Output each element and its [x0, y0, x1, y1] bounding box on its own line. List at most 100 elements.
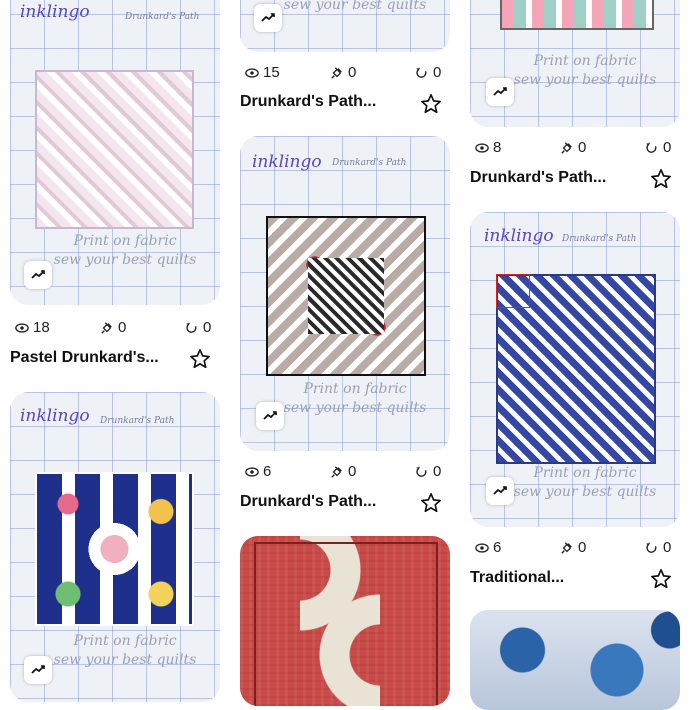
remix-count: 0	[433, 64, 442, 81]
pin-image[interactable]: inklingo Drunkard's Path Print on fabric…	[470, 212, 680, 527]
views-count: 15	[263, 64, 280, 81]
trending-icon	[263, 411, 277, 420]
views-stat: 6	[245, 463, 271, 480]
watermark-brand: inklingo	[252, 152, 322, 172]
star-icon[interactable]	[189, 348, 211, 370]
pin-title[interactable]: Drunkard's Path...	[240, 93, 376, 111]
quilt-pastel	[35, 70, 194, 229]
pins-count: 0	[348, 64, 357, 81]
watermark-print: Print on fabric sew your best quilts	[510, 52, 660, 90]
star-icon[interactable]	[650, 568, 672, 590]
remix-stat: 0	[185, 319, 211, 336]
remix-stat: 0	[415, 463, 441, 480]
eye-icon	[15, 322, 29, 333]
star-icon[interactable]	[420, 492, 442, 514]
watermark-subtitle: Drunkard's Path	[562, 234, 637, 244]
pin-image[interactable]: inklingo Drunkard's Path Print on fabric…	[10, 392, 220, 702]
remix-count: 0	[433, 463, 442, 480]
trending-icon	[31, 270, 45, 279]
remix-count: 0	[663, 539, 672, 556]
remix-count: 0	[663, 139, 672, 156]
pin-image[interactable]	[470, 610, 680, 710]
pin-image[interactable]: inklingo Drunkard's Path Print on fabric…	[240, 136, 450, 451]
pin-card[interactable]: inklingo Drunkard's Path Print on fabric…	[10, 0, 220, 380]
pin-stats: 8 0 0	[470, 139, 680, 157]
pin-card[interactable]: inklingo Drunkard's Path Print on fabric…	[10, 392, 220, 702]
trending-icon	[493, 486, 507, 495]
pins-stat: 0	[100, 319, 126, 336]
remix-icon	[646, 541, 657, 553]
pin-stats: 15 0 0	[240, 64, 450, 82]
eye-icon	[245, 67, 259, 78]
watermark-print: Print on fabric sew your best quilts	[50, 632, 200, 670]
trending-badge	[254, 4, 282, 32]
remix-stat: 0	[645, 139, 671, 156]
trending-badge	[486, 477, 514, 505]
trending-icon	[31, 665, 45, 674]
pin-stats: 6 0 0	[470, 539, 680, 557]
watermark-line-2: sew your best quilts	[513, 72, 657, 88]
pin-card[interactable]: inklingo Drunkard's Path Print on fabric…	[470, 212, 680, 602]
pin-image[interactable]: sew your best quilts	[240, 0, 450, 52]
watermark-line-2: sew your best quilts	[283, 400, 427, 416]
pin-icon	[561, 141, 572, 154]
trending-badge	[24, 261, 52, 289]
pin-card[interactable]: sew your best quilts 15 0 0 Drunkard's P…	[240, 0, 450, 120]
trending-icon	[493, 87, 507, 96]
pin-image[interactable]: inklingo Drunkard's Path Print on fabric…	[10, 0, 220, 305]
pin-title[interactable]: Drunkard's Path...	[470, 169, 606, 187]
star-icon[interactable]	[420, 93, 442, 115]
views-stat: 6	[475, 539, 501, 556]
pin-image[interactable]	[240, 536, 450, 706]
eye-icon	[245, 466, 259, 477]
pin-card[interactable]	[470, 610, 680, 710]
watermark-line-2: sew your best quilts	[53, 652, 197, 668]
views-count: 8	[493, 139, 502, 156]
pin-card[interactable]: Print on fabric sew your best quilts 8 0…	[470, 0, 680, 200]
watermark-print: sew your best quilts	[283, 0, 427, 13]
views-count: 6	[263, 463, 272, 480]
quilt-red-brown	[266, 216, 426, 376]
pin-image[interactable]: Print on fabric sew your best quilts	[470, 0, 680, 127]
watermark-print: Print on fabric sew your best quilts	[50, 232, 200, 270]
pin-icon	[331, 66, 342, 79]
watermark-subtitle: Drunkard's Path	[100, 416, 175, 426]
views-count: 6	[493, 539, 502, 556]
views-stat: 8	[475, 139, 501, 156]
watermark-subtitle: Drunkard's Path	[332, 158, 407, 168]
trending-badge	[256, 402, 284, 430]
watermark-brand: inklingo	[484, 226, 554, 246]
watermark-subtitle: Drunkard's Path	[125, 12, 200, 22]
star-icon[interactable]	[650, 168, 672, 190]
pin-card[interactable]: inklingo Drunkard's Path Print on fabric…	[240, 136, 450, 526]
pin-title[interactable]: Traditional...	[470, 569, 564, 587]
remix-icon	[186, 321, 197, 333]
pin-icon	[561, 541, 572, 554]
remix-icon	[416, 66, 427, 78]
watermark-brand: inklingo	[20, 2, 90, 22]
pin-title[interactable]: Pastel Drunkard's...	[10, 349, 159, 367]
pin-stats: 18 0 0	[10, 319, 220, 337]
trending-icon	[261, 13, 275, 22]
watermark-line-1: Print on fabric	[303, 381, 407, 397]
remix-icon	[646, 141, 657, 153]
remix-count: 0	[203, 319, 212, 336]
pins-count: 0	[348, 463, 357, 480]
pin-stats: 6 0 0	[240, 463, 450, 481]
pins-stat: 0	[330, 64, 356, 81]
pin-card[interactable]	[240, 536, 450, 706]
trending-badge	[24, 656, 52, 684]
pin-title[interactable]: Drunkard's Path...	[240, 493, 376, 511]
watermark-print: Print on fabric sew your best quilts	[280, 380, 430, 418]
pin-icon	[331, 465, 342, 478]
watermark-brand: inklingo	[20, 406, 90, 426]
remix-stat: 0	[645, 539, 671, 556]
quilt-border	[254, 542, 438, 706]
eye-icon	[475, 142, 489, 153]
eye-icon	[475, 542, 489, 553]
views-stat: 18	[15, 319, 50, 336]
watermark-line-1: Print on fabric	[73, 633, 177, 649]
pins-stat: 0	[560, 139, 586, 156]
watermark-line-1: Print on fabric	[533, 465, 637, 481]
pins-count: 0	[118, 319, 127, 336]
